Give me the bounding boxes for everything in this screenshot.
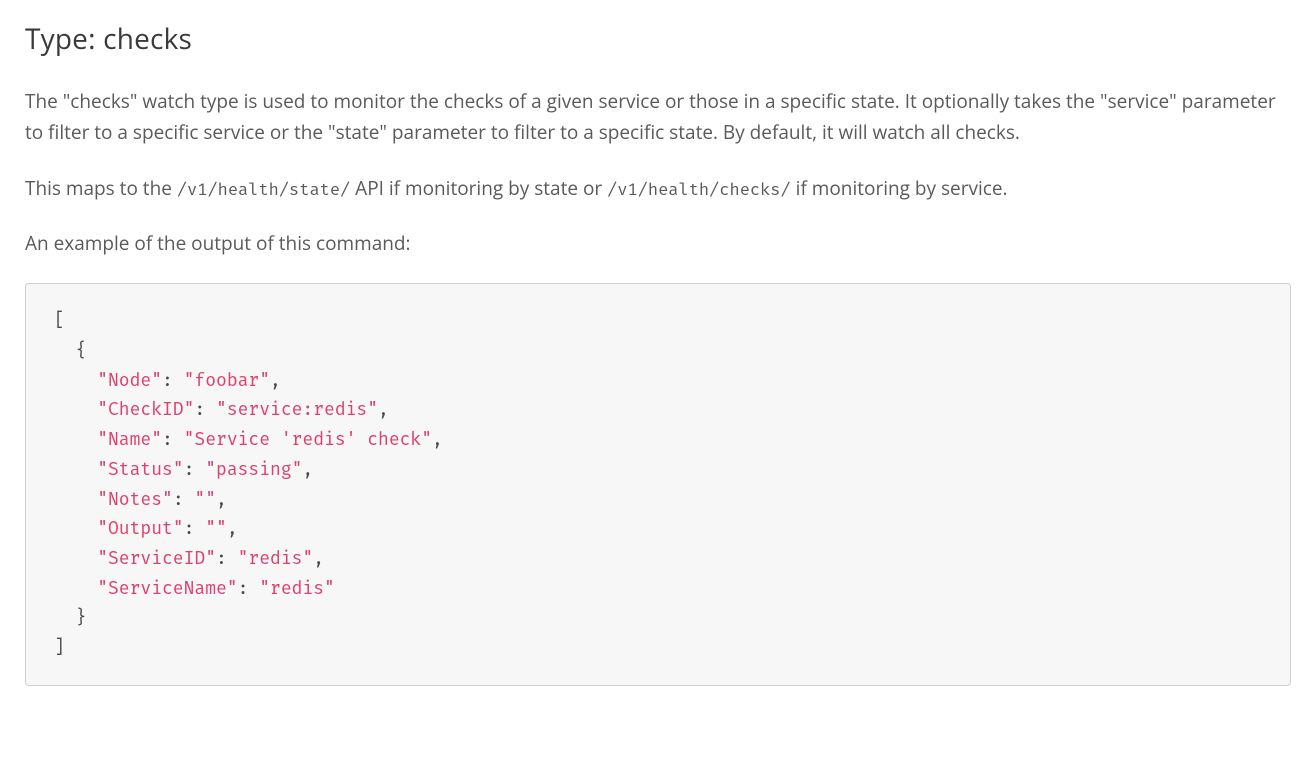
paragraph-api-map: This maps to the /v1/health/state/ API i… — [25, 173, 1291, 204]
section-heading: Type: checks — [25, 20, 1291, 58]
doc-section: Type: checks The "checks" watch type is … — [0, 0, 1316, 711]
json-line: "Name": "Service 'redis' check", — [54, 428, 443, 450]
text-before: This maps to the — [25, 175, 177, 201]
paragraph-intro: The "checks" watch type is used to monit… — [25, 86, 1291, 149]
code-example: [ { "Node": "foobar", "CheckID": "servic… — [25, 283, 1291, 685]
json-close-bracket: ] — [54, 636, 65, 658]
json-line: "Notes": "", — [54, 488, 227, 510]
inline-code-state-api: /v1/health/state/ — [177, 179, 350, 200]
json-open-brace: { — [54, 339, 86, 361]
inline-code-checks-api: /v1/health/checks/ — [607, 179, 791, 200]
text-mid: API if monitoring by state or — [350, 175, 607, 201]
json-line: "Node": "foobar", — [54, 369, 281, 391]
text-after: if monitoring by service. — [791, 175, 1008, 201]
json-close-brace: } — [54, 606, 86, 628]
json-line: "Output": "", — [54, 517, 238, 539]
json-line: "ServiceName": "redis" — [54, 577, 335, 599]
json-open-bracket: [ — [54, 309, 65, 331]
json-line: "CheckID": "service:redis", — [54, 398, 389, 420]
paragraph-example-lead: An example of the output of this command… — [25, 228, 1291, 259]
json-line: "ServiceID": "redis", — [54, 547, 324, 569]
json-line: "Status": "passing", — [54, 458, 313, 480]
